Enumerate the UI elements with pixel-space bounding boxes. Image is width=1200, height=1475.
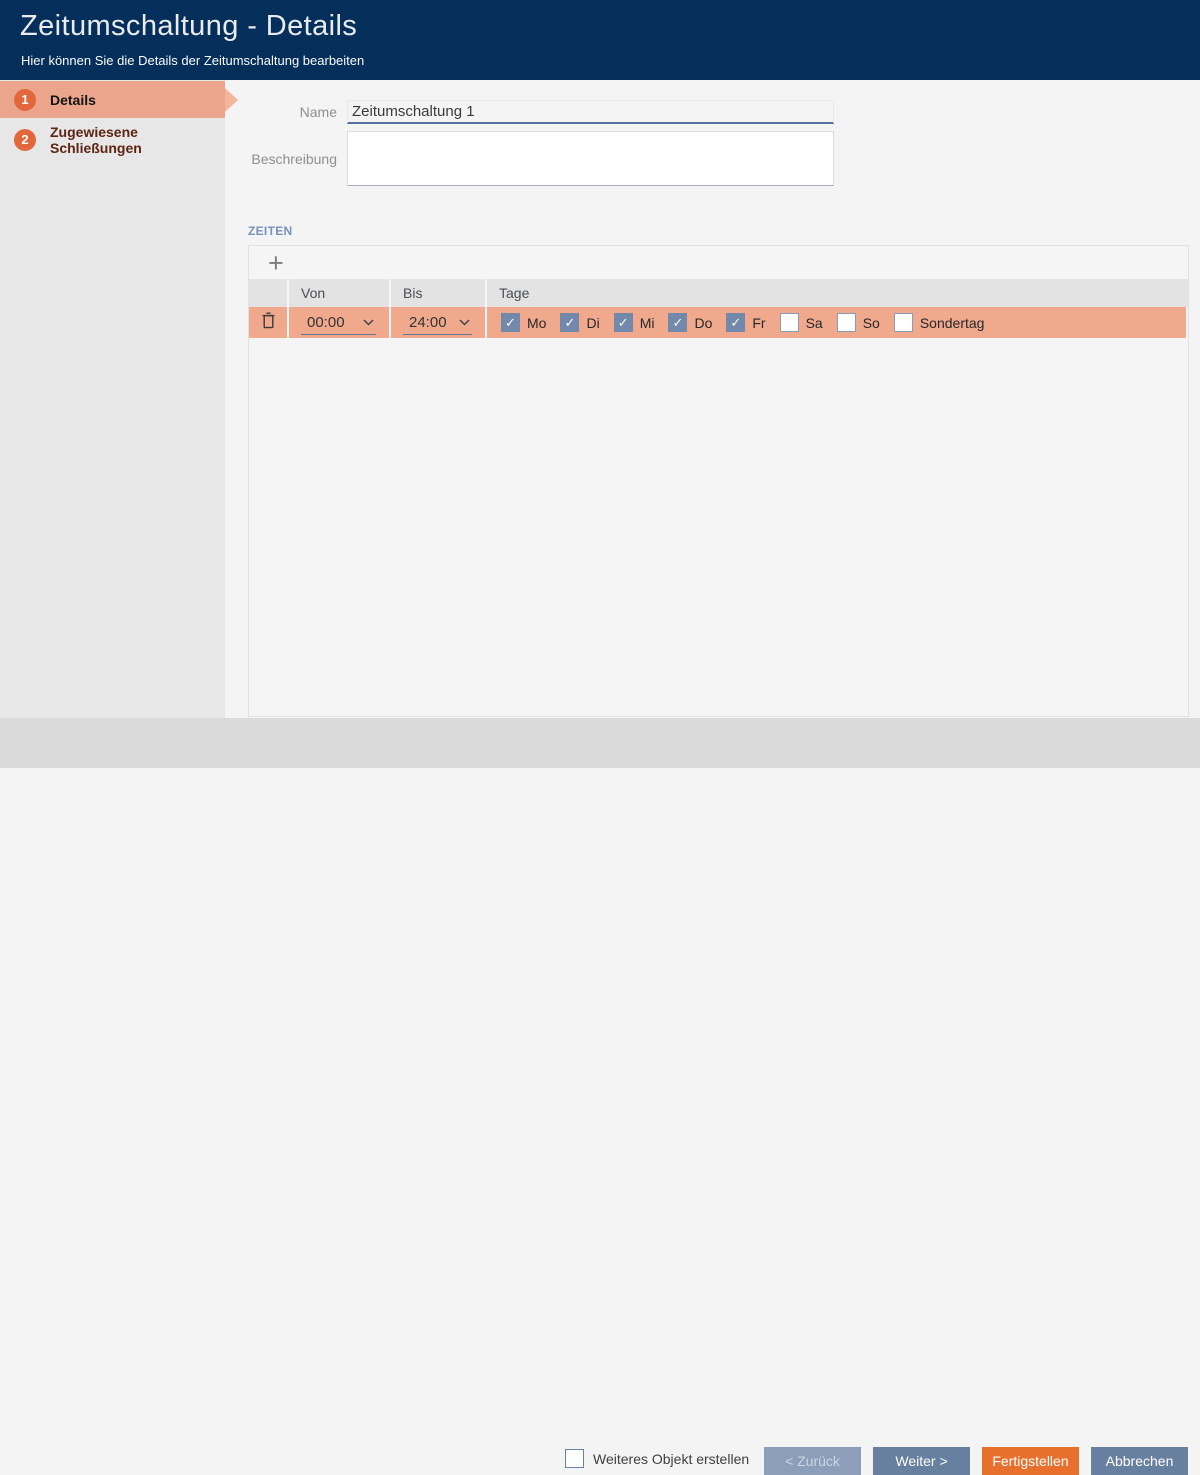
day-checkbox-sa[interactable]: Sa: [780, 313, 823, 332]
trash-icon: [261, 312, 276, 334]
day-checkbox-fr[interactable]: ✓ Fr: [726, 313, 765, 332]
step-number-badge: 2: [14, 129, 36, 151]
add-time-button[interactable]: +: [268, 252, 284, 274]
page-header: Zeitumschaltung - Details Hier können Si…: [0, 0, 1200, 80]
day-checkbox-so[interactable]: So: [837, 313, 880, 332]
bis-time-select[interactable]: 24:00: [403, 314, 472, 335]
unchecked-checkbox: [780, 313, 799, 332]
day-label: Sondertag: [920, 315, 985, 331]
day-checkbox-group: ✓ Mo ✓ Di ✓ Mi ✓ Do ✓ Fr Sa So Sondertag: [501, 313, 998, 332]
step-number-badge: 1: [14, 89, 36, 111]
day-label: Sa: [806, 315, 823, 331]
active-step-arrow-icon: [225, 88, 238, 112]
times-section-label: ZEITEN: [248, 224, 292, 238]
times-rows: 00:00 24:00 ✓ Mo ✓ Di ✓ Mi ✓ Do ✓ Fr Sa So Sondertag: [249, 307, 1188, 338]
description-input[interactable]: [347, 131, 834, 186]
day-label: Di: [586, 315, 599, 331]
create-another-label: Weiteres Objekt erstellen: [593, 1451, 749, 1467]
name-label: Name: [248, 104, 337, 120]
name-input[interactable]: [347, 100, 834, 124]
day-checkbox-di[interactable]: ✓ Di: [560, 313, 599, 332]
column-header-tage: Tage: [487, 279, 1188, 307]
weiter-button[interactable]: Weiter >: [873, 1447, 970, 1475]
unchecked-checkbox: [837, 313, 856, 332]
chevron-down-icon: [459, 319, 470, 326]
delete-row-button[interactable]: [261, 312, 276, 334]
page-title: Zeitumschaltung - Details: [20, 10, 357, 43]
day-label: Mo: [527, 315, 546, 331]
time-row: 00:00 24:00 ✓ Mo ✓ Di ✓ Mi ✓ Do ✓ Fr Sa So Sondertag: [249, 307, 1188, 338]
checked-checkbox-icon: ✓: [560, 313, 579, 332]
sidebar-step-1[interactable]: 1 Details: [0, 81, 225, 118]
checked-checkbox-icon: ✓: [726, 313, 745, 332]
checked-checkbox-icon: ✓: [614, 313, 633, 332]
day-label: Do: [694, 315, 712, 331]
step-label: Zugewiesene Schließungen: [50, 124, 225, 156]
day-label: Mi: [640, 315, 655, 331]
times-toolbar: +: [249, 246, 1188, 279]
unchecked-checkbox: [894, 313, 913, 332]
wizard-steps: 1 Details 2 Zugewiesene Schließungen: [0, 80, 225, 718]
create-another-checkbox[interactable]: [565, 1449, 584, 1468]
day-checkbox-sondertag[interactable]: Sondertag: [894, 313, 985, 332]
fertigstellen-button[interactable]: Fertigstellen: [982, 1447, 1079, 1475]
times-table: + Von Bis Tage 00:00 24:00 ✓ Mo ✓ Di ✓ Mi ✓ Do ✓ Fr…: [248, 245, 1189, 717]
von-time-value: 00:00: [307, 314, 345, 331]
day-checkbox-mi[interactable]: ✓ Mi: [614, 313, 655, 332]
von-time-select[interactable]: 00:00: [301, 314, 376, 335]
description-label: Beschreibung: [248, 151, 337, 167]
day-checkbox-mo[interactable]: ✓ Mo: [501, 313, 546, 332]
footer-buttons: < Zurück Weiter > Fertigstellen Abbrechen: [764, 1447, 1188, 1475]
checked-checkbox-icon: ✓: [501, 313, 520, 332]
column-header-von: Von: [289, 279, 391, 307]
column-header-actions: [249, 279, 289, 307]
day-checkbox-do[interactable]: ✓ Do: [668, 313, 712, 332]
chevron-down-icon: [363, 319, 374, 326]
zurück-button[interactable]: < Zurück: [764, 1447, 861, 1475]
day-label: So: [863, 315, 880, 331]
times-header-row: Von Bis Tage: [249, 279, 1188, 307]
sidebar-step-2[interactable]: 2 Zugewiesene Schließungen: [0, 121, 225, 158]
day-label: Fr: [752, 315, 765, 331]
step-label: Details: [50, 92, 96, 108]
checked-checkbox-icon: ✓: [668, 313, 687, 332]
column-header-bis: Bis: [391, 279, 487, 307]
footer-bar: Weiteres Objekt erstellen < ZurückWeiter…: [0, 718, 1200, 768]
bis-time-value: 24:00: [409, 314, 447, 331]
page-subtitle: Hier können Sie die Details der Zeitumsc…: [21, 53, 364, 68]
abbrechen-button[interactable]: Abbrechen: [1091, 1447, 1188, 1475]
